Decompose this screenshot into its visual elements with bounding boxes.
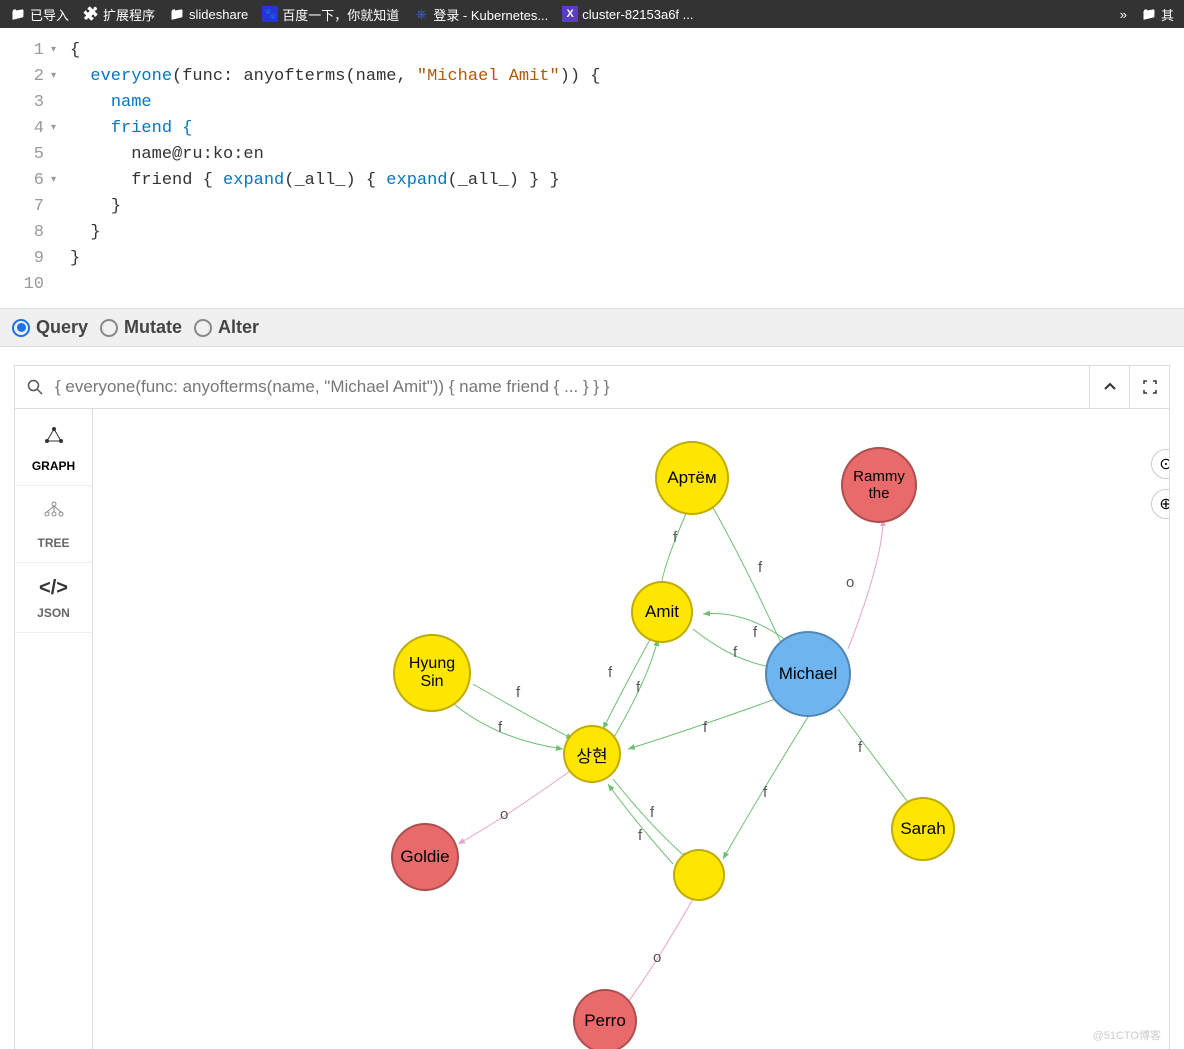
x-icon: X bbox=[562, 6, 578, 22]
radio-alter[interactable] bbox=[194, 319, 212, 337]
graph-edges bbox=[93, 409, 1169, 1049]
collapse-button[interactable] bbox=[1089, 366, 1129, 408]
bookmark-label: 已导入 bbox=[30, 5, 69, 24]
sidebar-item-graph[interactable]: GRAPH bbox=[15, 409, 92, 486]
bookmark-label: 百度一下，你就知道 bbox=[282, 5, 399, 24]
bookmark-label: 其 bbox=[1161, 5, 1174, 24]
node-rammy[interactable]: Rammy the bbox=[841, 447, 917, 523]
view-sidebar: GRAPH TREE </> JSON bbox=[15, 409, 93, 1049]
watermark: @51CTO博客 bbox=[1093, 1027, 1161, 1043]
bookmark-other[interactable]: 其 bbox=[1135, 3, 1180, 26]
edge-label: o bbox=[846, 574, 854, 591]
graph-canvas[interactable]: f f f f f f f f f f f f f o o o Артём Ra… bbox=[93, 409, 1169, 1049]
edge-label: f bbox=[516, 684, 520, 701]
sidebar-label: TREE bbox=[37, 536, 69, 550]
edge-label: f bbox=[763, 784, 767, 801]
edge-label: f bbox=[758, 559, 762, 576]
edge-label: f bbox=[650, 804, 654, 821]
sidebar-label: GRAPH bbox=[32, 459, 75, 473]
radio-query[interactable] bbox=[12, 319, 30, 337]
bookmark-baidu[interactable]: 🐾百度一下，你就知道 bbox=[256, 3, 405, 26]
graph-icon bbox=[19, 423, 88, 453]
sidebar-item-json[interactable]: </> JSON bbox=[15, 563, 92, 633]
bookmark-extensions[interactable]: 扩展程序 bbox=[77, 3, 161, 26]
node-amit[interactable]: Amit bbox=[631, 581, 693, 643]
editor-gutter: 1 2 3 4 5 6 7 8 9 10 bbox=[0, 28, 52, 308]
search-icon bbox=[15, 379, 55, 395]
sidebar-label: JSON bbox=[37, 606, 70, 620]
node-sanghyeon[interactable]: 상현 bbox=[563, 725, 621, 783]
bookmark-imported[interactable]: 已导入 bbox=[4, 3, 75, 26]
node-hyung[interactable]: Hyung Sin bbox=[393, 634, 471, 712]
edge-label: f bbox=[498, 719, 502, 736]
query-bar: { everyone(func: anyofterms(name, "Micha… bbox=[14, 365, 1170, 409]
bookmark-label: 登录 - Kubernetes... bbox=[433, 5, 548, 24]
edge-label: f bbox=[733, 644, 737, 661]
bookmark-kubernetes[interactable]: ⎈登录 - Kubernetes... bbox=[407, 3, 554, 26]
folder-icon bbox=[10, 6, 26, 22]
code-icon: </> bbox=[19, 577, 88, 600]
folder-icon bbox=[1141, 6, 1157, 22]
bookmarks-bar: 已导入 扩展程序 slideshare 🐾百度一下，你就知道 ⎈登录 - Kub… bbox=[0, 0, 1184, 28]
edge-label: o bbox=[500, 806, 508, 823]
edge-label: o bbox=[653, 949, 661, 966]
folder-icon bbox=[169, 6, 185, 22]
chevron-up-icon bbox=[1103, 380, 1117, 394]
expand-button[interactable] bbox=[1129, 366, 1169, 408]
bookmark-slideshare[interactable]: slideshare bbox=[163, 4, 254, 24]
edge-label: f bbox=[638, 827, 642, 844]
node-artyom[interactable]: Артём bbox=[655, 441, 729, 515]
code-editor[interactable]: 1 2 3 4 5 6 7 8 9 10 { everyone(func: an… bbox=[0, 28, 1184, 309]
editor-code[interactable]: { everyone(func: anyofterms(name, "Micha… bbox=[52, 28, 601, 308]
mode-label-alter: Alter bbox=[218, 317, 259, 338]
query-text: { everyone(func: anyofterms(name, "Micha… bbox=[55, 377, 1089, 397]
mode-label-mutate: Mutate bbox=[124, 317, 182, 338]
node-sarah[interactable]: Sarah bbox=[891, 797, 955, 861]
kubernetes-icon: ⎈ bbox=[413, 6, 429, 22]
sidebar-item-tree[interactable]: TREE bbox=[15, 486, 92, 563]
edge-label: f bbox=[858, 739, 862, 756]
tree-icon bbox=[19, 500, 88, 530]
edge-label: f bbox=[673, 529, 677, 546]
node-michael[interactable]: Michael bbox=[765, 631, 851, 717]
mode-bar: Query Mutate Alter bbox=[0, 309, 1184, 347]
mode-label-query: Query bbox=[36, 317, 88, 338]
bookmark-label: cluster-82153a6f ... bbox=[582, 7, 693, 22]
node-blank[interactable] bbox=[673, 849, 725, 901]
bookmark-label: slideshare bbox=[189, 7, 248, 22]
bookmark-label: 扩展程序 bbox=[103, 5, 155, 24]
bookmark-cluster[interactable]: Xcluster-82153a6f ... bbox=[556, 4, 699, 24]
edge-label: f bbox=[703, 719, 707, 736]
edge-label: f bbox=[753, 624, 757, 641]
baidu-icon: 🐾 bbox=[262, 6, 278, 22]
edge-label: f bbox=[608, 664, 612, 681]
node-perro[interactable]: Perro bbox=[573, 989, 637, 1049]
fullscreen-icon bbox=[1143, 380, 1157, 394]
node-goldie[interactable]: Goldie bbox=[391, 823, 459, 891]
result-panel: GRAPH TREE </> JSON bbox=[14, 409, 1170, 1049]
bookmarks-overflow[interactable]: » bbox=[1114, 7, 1133, 22]
edge-label: f bbox=[636, 679, 640, 696]
puzzle-icon bbox=[83, 6, 99, 22]
radio-mutate[interactable] bbox=[100, 319, 118, 337]
